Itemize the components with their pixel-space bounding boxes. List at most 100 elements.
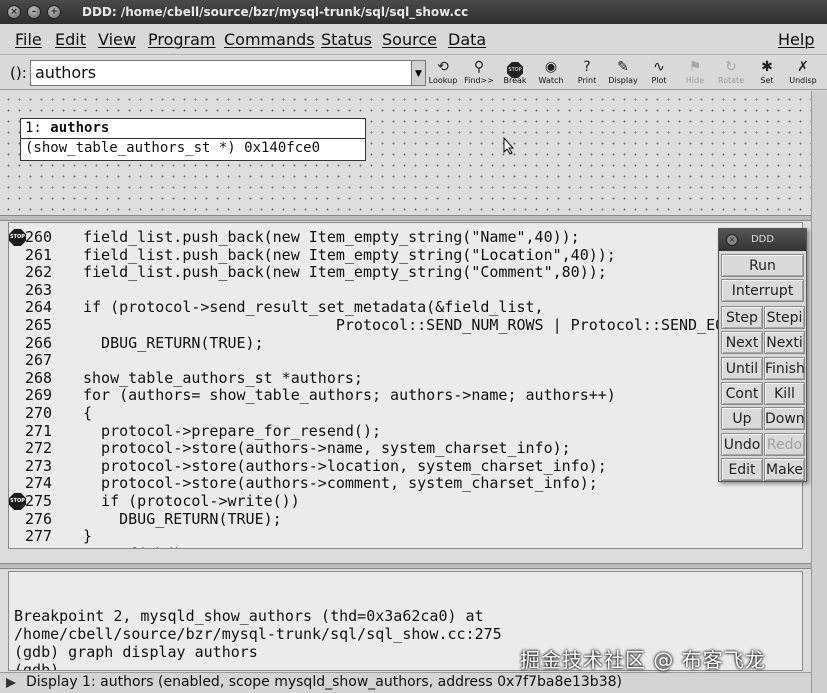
display-icon: ✎ (617, 59, 629, 75)
display-button[interactable]: ✎ Display (605, 58, 641, 88)
line-number: 278 (25, 545, 65, 548)
source-line[interactable]: 268 show_table_authors_st *authors; (9, 369, 802, 387)
source-line[interactable]: 276 DBUG_RETURN(TRUE); (9, 509, 802, 528)
step-button[interactable]: Step (721, 306, 763, 329)
undisp-button[interactable]: ✗ Undisp (785, 58, 821, 88)
menu-file[interactable]: File (15, 30, 42, 49)
source-line[interactable]: 267 (9, 351, 802, 370)
up-button[interactable]: Up (721, 407, 763, 431)
lookup-button[interactable]: ⟲ Lookup (425, 58, 461, 88)
source-line[interactable]: STOP 275 if (protocol->write()) (9, 493, 802, 510)
line-number: 277 (25, 527, 53, 546)
source-line[interactable]: 266 DBUG_RETURN(TRUE); (9, 334, 802, 352)
chevron-down-icon[interactable]: ▼ (412, 60, 426, 86)
line-number: 269 (25, 386, 53, 405)
print-label: Print (577, 76, 597, 85)
source-code-text: } (83, 527, 93, 546)
source-line[interactable]: 274 protocol->store(authors->comment, sy… (9, 474, 802, 493)
data-display-node[interactable]: 1: authors (show_table_authors_st *) 0x1… (20, 118, 366, 161)
status-text: Display 1: authors (enabled, scope mysql… (26, 674, 622, 690)
menu-help[interactable]: Help (778, 30, 814, 49)
source-code-view[interactable]: STOP 260 field_list.push_back(new Item_emp… (8, 222, 803, 549)
break-button[interactable]: STOP Break (497, 58, 533, 88)
command-tool-title-bar[interactable]: × DDD (719, 229, 806, 251)
window-title-bar[interactable]: × – + DDD: /home/cbell/source/bzr/mysql-… (0, 0, 827, 24)
line-number: 264 (25, 298, 53, 317)
source-code-text: my_eof(thd); (83, 545, 191, 548)
source-line[interactable]: 265 Protocol::SEND_NUM_ROWS | Protocol::… (9, 316, 802, 334)
kill-button[interactable]: Kill (764, 381, 805, 405)
source-code-text: field_list.push_back(new Item_empty_stri… (83, 263, 607, 282)
set-icon: ✱ (761, 59, 773, 75)
data-display-area[interactable]: 1: authors (show_table_authors_st *) 0x1… (0, 91, 811, 215)
edit-button[interactable]: Edit (721, 457, 763, 481)
menu-data[interactable]: Data (448, 30, 486, 49)
find-button[interactable]: ⚲ Find>> (461, 58, 497, 88)
cont-button[interactable]: Cont (721, 381, 763, 405)
watch-button[interactable]: ◉ Watch (533, 58, 569, 88)
menu-commands[interactable]: Commands (224, 30, 315, 49)
source-line[interactable]: STOP 260 field_list.push_back(new Item_emp… (9, 229, 802, 246)
pane-separator-lower[interactable] (0, 563, 811, 569)
watch-icon: ◉ (544, 59, 558, 75)
source-line[interactable]: 263 (9, 280, 802, 299)
source-line[interactable]: 264 if (protocol->send_result_set_metadat… (9, 298, 802, 317)
close-icon[interactable]: × (726, 234, 738, 246)
redo-button[interactable]: Redo (764, 432, 805, 456)
source-line[interactable]: 269 for (authors= show_table_authors; aut… (9, 386, 802, 405)
next-button[interactable]: Next (721, 331, 763, 355)
interrupt-button[interactable]: Interrupt (721, 279, 804, 302)
console-prompt[interactable]: (gdb) (14, 661, 68, 670)
stepi-button[interactable]: Stepi (764, 306, 805, 329)
menu-edit[interactable]: Edit (55, 30, 86, 49)
source-line[interactable]: 270 { (9, 404, 802, 422)
undo-button[interactable]: Undo (721, 432, 763, 456)
nexti-button[interactable]: Nexti (764, 331, 805, 355)
display-name: authors (50, 120, 110, 136)
source-line[interactable]: 272 protocol->store(authors->name, syste… (9, 439, 802, 458)
close-window-button[interactable]: × (7, 5, 21, 19)
until-button[interactable]: Until (721, 356, 763, 380)
breakpoint-stop-icon[interactable]: STOP (9, 493, 26, 510)
tool-bar: (): authors ▼ ⟲ Lookup ⚲ Find>> STOP Bre… (0, 56, 827, 90)
menu-source[interactable]: Source (382, 30, 437, 49)
source-line[interactable]: 278 my_eof(thd); (9, 545, 802, 548)
line-number: 276 (25, 509, 53, 528)
menu-view[interactable]: View (98, 30, 136, 49)
set-label: Set (760, 76, 774, 85)
minimize-window-button[interactable]: – (27, 5, 41, 19)
line-number: 267 (25, 351, 53, 370)
plot-button[interactable]: ∿ Plot (641, 58, 677, 88)
vertical-scrollbar[interactable] (811, 91, 827, 693)
make-button[interactable]: Make (764, 457, 805, 481)
rotate-icon: ↻ (725, 59, 737, 75)
breakpoint-stop-icon[interactable]: STOP (9, 229, 26, 246)
source-line[interactable]: 273 protocol->store(authors->location, s… (9, 456, 802, 475)
print-button[interactable]: ? Print (569, 58, 605, 88)
menu-status[interactable]: Status (321, 30, 372, 49)
line-number: 274 (25, 474, 53, 493)
set-button[interactable]: ✱ Set (749, 58, 785, 88)
finish-button[interactable]: Finish (764, 356, 805, 380)
source-code-text: Protocol::SEND_NUM_ROWS | Protocol::SEND… (83, 316, 752, 334)
maximize-window-button[interactable]: + (47, 5, 61, 19)
source-line[interactable]: 261 field_list.push_back(new Item_empty_s… (9, 246, 802, 264)
command-tool-title: DDD (750, 234, 775, 245)
menu-program[interactable]: Program (148, 30, 216, 49)
source-code-text: { (83, 404, 93, 422)
source-line[interactable]: 271 protocol->prepare_for_resend(); (9, 422, 802, 440)
stop-icon-wrap: STOP (497, 58, 533, 78)
hide-button[interactable]: ⚑ Hide (677, 58, 713, 88)
source-code-text: protocol->store(authors->location, syste… (83, 456, 607, 475)
run-button[interactable]: Run (721, 254, 804, 277)
source-line[interactable]: 277} (9, 527, 802, 546)
source-line[interactable]: 262 field_list.push_back(new Item_empty_s… (9, 263, 802, 282)
rotate-button[interactable]: ↻ Rotate (713, 58, 749, 88)
source-code-text: protocol->store(authors->name, system_ch… (83, 439, 571, 458)
plot-label: Plot (651, 76, 667, 85)
argument-input[interactable]: authors (30, 60, 412, 86)
line-number: 265 (25, 316, 53, 334)
down-button[interactable]: Down (764, 407, 805, 431)
pane-separator[interactable] (0, 215, 811, 221)
line-number: 263 (25, 280, 53, 299)
